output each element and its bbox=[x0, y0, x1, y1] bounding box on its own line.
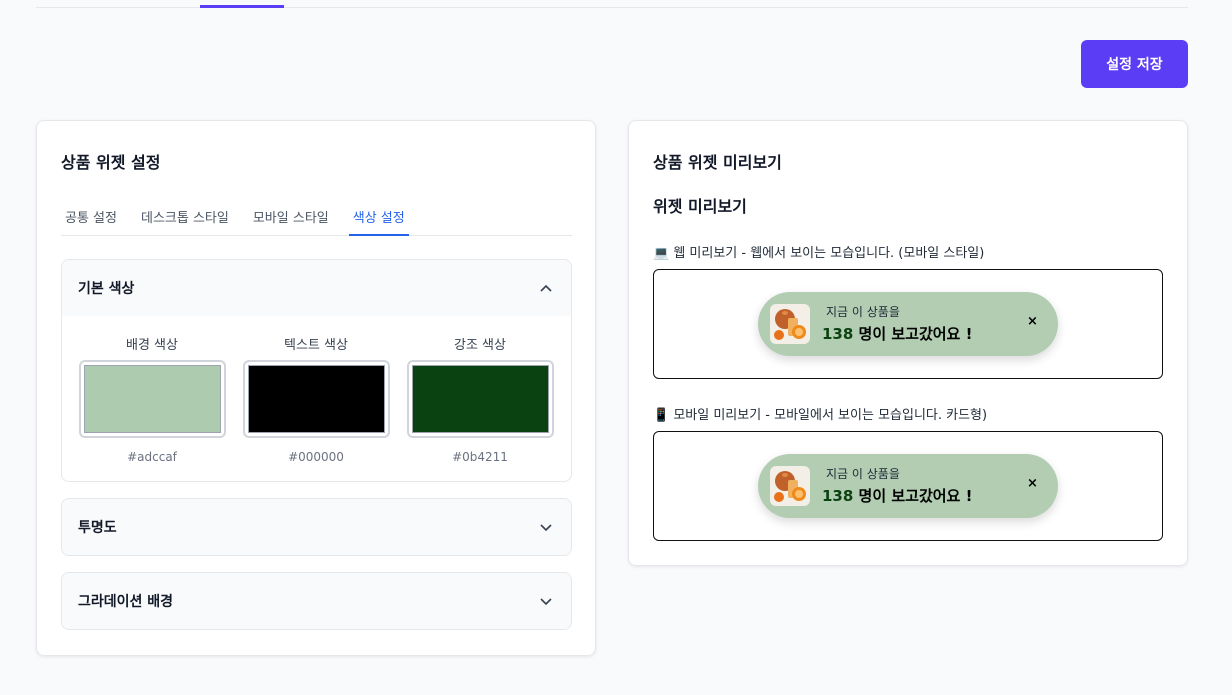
swatch-color bbox=[83, 365, 221, 433]
gradient-title: 그라데이션 배경 bbox=[78, 594, 174, 610]
swatch-color bbox=[411, 365, 549, 433]
preview-title: 상품 위젯 미리보기 bbox=[653, 153, 782, 172]
chevron-up-icon bbox=[540, 284, 552, 292]
swatch-label: 강조 색상 bbox=[454, 338, 506, 353]
text-color-picker[interactable] bbox=[242, 360, 390, 438]
background-color-picker[interactable] bbox=[78, 360, 226, 438]
swatch-hex: #0b4211 bbox=[452, 450, 508, 464]
opacity-header[interactable]: 투명도 bbox=[62, 499, 571, 555]
widget-settings-panel: 상품 위젯 설정 공통 설정 데스크톱 스타일 모바일 스타일 색상 설정 기본… bbox=[36, 120, 596, 656]
accent-color-swatch: 강조 색상 #0b4211 bbox=[406, 334, 554, 464]
web-preview-label: 💻 웹 미리보기 - 웹에서 보이는 모습입니다. (모바일 스타일) bbox=[653, 246, 985, 261]
text-color-swatch: 텍스트 색상 #000000 bbox=[242, 334, 390, 464]
widget-preview-panel: 상품 위젯 미리보기 위젯 미리보기 💻 웹 미리보기 - 웹에서 보이는 모습… bbox=[628, 120, 1188, 566]
product-thumbnail bbox=[770, 466, 810, 506]
mobile-preview-frame: 지금 이 상품을 138 명이 보고갔어요 ! × bbox=[653, 431, 1163, 541]
widget-top-text: 지금 이 상품을 bbox=[826, 305, 900, 319]
tab-common[interactable]: 공통 설정 bbox=[61, 205, 121, 236]
tab-mobile-style[interactable]: 모바일 스타일 bbox=[249, 205, 333, 236]
viewer-count: 138 bbox=[822, 325, 854, 343]
color-swatches: 배경 색상 #adccaf 텍스트 색상 #000000 강조 색상 #0b42… bbox=[62, 316, 571, 464]
swatch-hex: #adccaf bbox=[127, 450, 177, 464]
background-color-swatch: 배경 색상 #adccaf bbox=[78, 334, 226, 464]
top-tab-indicator bbox=[200, 5, 284, 8]
opacity-title: 투명도 bbox=[78, 520, 117, 536]
widget-suffix: 명이 보고갔어요 ! bbox=[853, 325, 973, 343]
basic-colors-header[interactable]: 기본 색상 bbox=[62, 260, 571, 316]
viewer-count: 138 bbox=[822, 487, 854, 505]
web-preview-frame: 지금 이 상품을 138 명이 보고갔어요 ! × bbox=[653, 269, 1163, 379]
preview-subtitle: 위젯 미리보기 bbox=[653, 197, 747, 216]
widget-top-text: 지금 이 상품을 bbox=[826, 467, 900, 481]
product-thumbnail bbox=[770, 304, 810, 344]
chevron-down-icon bbox=[540, 524, 552, 532]
save-settings-button[interactable]: 설정 저장 bbox=[1081, 40, 1188, 88]
accent-color-picker[interactable] bbox=[406, 360, 554, 438]
opacity-section: 투명도 bbox=[61, 498, 572, 556]
basic-colors-title: 기본 색상 bbox=[78, 281, 135, 297]
tab-desktop-style[interactable]: 데스크톱 스타일 bbox=[137, 205, 233, 236]
widget-suffix: 명이 보고갔어요 ! bbox=[853, 487, 973, 505]
swatch-hex: #000000 bbox=[288, 450, 344, 464]
widget-main-text: 138 명이 보고갔어요 ! bbox=[822, 485, 972, 506]
basic-colors-section: 기본 색상 배경 색상 #adccaf 텍스트 색상 #000000 강조 색상… bbox=[61, 259, 572, 482]
close-icon[interactable]: × bbox=[1027, 314, 1038, 329]
swatch-label: 배경 색상 bbox=[126, 338, 178, 353]
settings-title: 상품 위젯 설정 bbox=[61, 153, 161, 172]
tab-color-settings[interactable]: 색상 설정 bbox=[348, 205, 409, 236]
product-image-icon bbox=[774, 471, 806, 502]
mobile-preview-label: 📱 모바일 미리보기 - 모바일에서 보이는 모습입니다. 카드형) bbox=[653, 408, 988, 423]
product-widget[interactable]: 지금 이 상품을 138 명이 보고갔어요 ! × bbox=[758, 454, 1058, 518]
swatch-label: 텍스트 색상 bbox=[284, 338, 348, 353]
close-icon[interactable]: × bbox=[1027, 476, 1038, 491]
product-image-icon bbox=[774, 309, 806, 340]
swatch-color bbox=[247, 365, 385, 433]
chevron-down-icon bbox=[540, 598, 552, 606]
product-widget[interactable]: 지금 이 상품을 138 명이 보고갔어요 ! × bbox=[758, 292, 1058, 356]
gradient-section: 그라데이션 배경 bbox=[61, 572, 572, 630]
gradient-header[interactable]: 그라데이션 배경 bbox=[62, 573, 571, 629]
widget-main-text: 138 명이 보고갔어요 ! bbox=[822, 323, 972, 344]
settings-tabs: 공통 설정 데스크톱 스타일 모바일 스타일 색상 설정 bbox=[61, 205, 572, 236]
